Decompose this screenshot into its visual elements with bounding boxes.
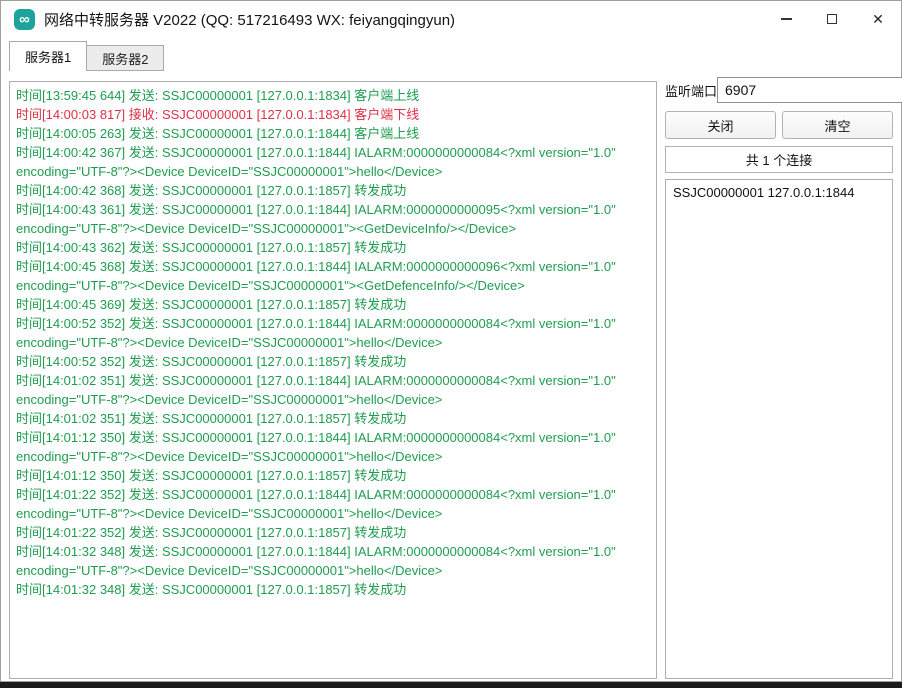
- clear-log-button[interactable]: 清空: [782, 111, 893, 139]
- log-line: 时间[14:01:32 348] 发送: SSJC00000001 [127.0…: [16, 542, 650, 580]
- title-bar[interactable]: ∞ 网络中转服务器 V2022 (QQ: 517216493 WX: feiya…: [1, 1, 901, 37]
- log-line: 时间[14:00:43 362] 发送: SSJC00000001 [127.0…: [16, 238, 650, 257]
- close-server-button[interactable]: 关闭: [665, 111, 776, 139]
- log-line: 时间[14:00:52 352] 发送: SSJC00000001 [127.0…: [16, 314, 650, 352]
- window-controls: ✕: [763, 1, 901, 37]
- tab-server1[interactable]: 服务器1: [9, 41, 87, 71]
- listen-port-input[interactable]: [717, 77, 902, 103]
- close-button[interactable]: ✕: [855, 1, 901, 37]
- close-icon: ✕: [872, 12, 884, 26]
- app-window: ∞ 网络中转服务器 V2022 (QQ: 517216493 WX: feiya…: [0, 0, 902, 682]
- right-panel: 监听端口 关闭 清空 共 1 个连接 SSJC00000001 127.0.0.…: [665, 77, 893, 679]
- log-output-area[interactable]: 时间[13:59:45 644] 发送: SSJC00000001 [127.0…: [9, 81, 657, 679]
- log-line: 时间[14:00:52 352] 发送: SSJC00000001 [127.0…: [16, 352, 650, 371]
- action-buttons-row: 关闭 清空: [665, 111, 893, 139]
- log-line: 时间[14:01:02 351] 发送: SSJC00000001 [127.0…: [16, 371, 650, 409]
- log-line: 时间[14:01:22 352] 发送: SSJC00000001 [127.0…: [16, 485, 650, 523]
- minimize-icon: [781, 18, 792, 20]
- window-title: 网络中转服务器 V2022 (QQ: 517216493 WX: feiyang…: [44, 9, 455, 30]
- listen-port-label: 监听端口: [665, 81, 717, 100]
- log-line: 时间[13:59:45 644] 发送: SSJC00000001 [127.0…: [16, 86, 650, 105]
- app-logo-icon: ∞: [14, 9, 35, 30]
- connection-list[interactable]: SSJC00000001 127.0.0.1:1844: [665, 179, 893, 679]
- log-line: 时间[14:00:45 368] 发送: SSJC00000001 [127.0…: [16, 257, 650, 295]
- log-line: 时间[14:01:02 351] 发送: SSJC00000001 [127.0…: [16, 409, 650, 428]
- log-line: 时间[14:00:05 263] 发送: SSJC00000001 [127.0…: [16, 124, 650, 143]
- maximize-button[interactable]: [809, 1, 855, 37]
- tab-server2[interactable]: 服务器2: [87, 45, 164, 71]
- listen-port-row: 监听端口: [665, 77, 893, 103]
- log-line: 时间[14:01:32 348] 发送: SSJC00000001 [127.0…: [16, 580, 650, 599]
- log-line: 时间[14:00:43 361] 发送: SSJC00000001 [127.0…: [16, 200, 650, 238]
- connection-list-item[interactable]: SSJC00000001 127.0.0.1:1844: [666, 183, 892, 202]
- connection-count-label: 共 1 个连接: [665, 146, 893, 173]
- log-line: 时间[14:00:42 368] 发送: SSJC00000001 [127.0…: [16, 181, 650, 200]
- minimize-button[interactable]: [763, 1, 809, 37]
- log-line: 时间[14:01:12 350] 发送: SSJC00000001 [127.0…: [16, 466, 650, 485]
- log-line: 时间[14:01:22 352] 发送: SSJC00000001 [127.0…: [16, 523, 650, 542]
- log-line: 时间[14:00:45 369] 发送: SSJC00000001 [127.0…: [16, 295, 650, 314]
- log-line: 时间[14:00:03 817] 接收: SSJC00000001 [127.0…: [16, 105, 650, 124]
- tab-bar: 服务器1 服务器2: [9, 41, 164, 71]
- log-line: 时间[14:01:12 350] 发送: SSJC00000001 [127.0…: [16, 428, 650, 466]
- log-line: 时间[14:00:42 367] 发送: SSJC00000001 [127.0…: [16, 143, 650, 181]
- maximize-icon: [827, 14, 837, 24]
